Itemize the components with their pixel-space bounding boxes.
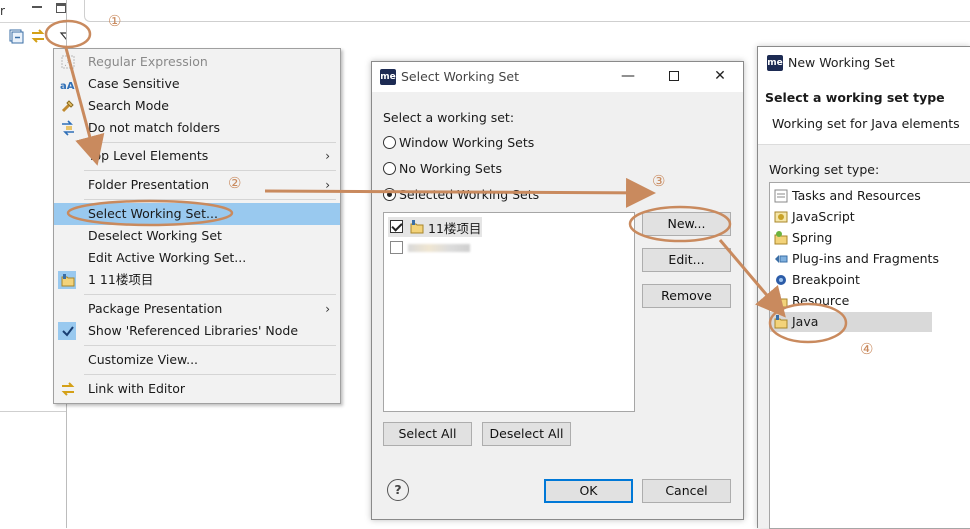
menu-item-recent-working-set[interactable]: 1 11楼项目 [54, 269, 340, 291]
minimize-window-icon[interactable]: — [620, 68, 636, 84]
wizard-heading: Select a working set type [765, 90, 945, 105]
working-set-checkbox[interactable] [390, 220, 403, 233]
collapse-all-icon[interactable] [8, 28, 24, 44]
list-item-tasks-and-resources[interactable]: Tasks and Resources [770, 186, 921, 206]
java-working-set-icon [774, 315, 788, 329]
menu-item-search-mode[interactable]: Search Mode [54, 95, 340, 117]
annotation-number-1: ① [108, 12, 122, 30]
submenu-arrow-icon: › [325, 178, 330, 192]
menu-separator [84, 374, 336, 375]
wizard-header: Select a working set type Working set fo… [758, 77, 970, 145]
radio-label-no-working-sets: No Working Sets [399, 161, 502, 176]
list-item-spring[interactable]: Spring [770, 228, 832, 248]
minimize-view-icon[interactable] [32, 5, 42, 8]
menu-item-do-not-match-folders[interactable]: Do not match folders [54, 117, 340, 139]
menu-item-case-sensitive[interactable]: aA Case Sensitive [54, 73, 340, 95]
list-item-java[interactable]: Java [770, 312, 932, 332]
new-button[interactable]: New... [642, 212, 731, 236]
app-logo-icon: me [380, 69, 396, 85]
app-logo-icon: me [767, 55, 783, 71]
blurred-list-item [388, 241, 470, 255]
maximize-view-icon[interactable] [56, 3, 66, 13]
dialog-titlebar: me Select Working Set — ✕ [372, 62, 743, 92]
select-prompt-label: Select a working set: [383, 110, 515, 125]
working-set-icon [410, 220, 424, 234]
working-set-icon [61, 274, 75, 287]
annotation-number-3: ③ [652, 172, 666, 190]
menu-item-show-referenced-libraries[interactable]: Show 'Referenced Libraries' Node [54, 320, 340, 342]
new-working-set-dialog: me New Working Set Select a working set … [757, 46, 970, 529]
remove-button[interactable]: Remove [642, 284, 731, 308]
radio-selected-working-sets[interactable] [383, 188, 396, 201]
help-icon[interactable]: ? [387, 479, 409, 501]
list-item-plug-ins-and-fragments[interactable]: Plug-ins and Fragments [770, 249, 939, 269]
svg-text:.*: .* [64, 59, 72, 69]
select-working-set-dialog: me Select Working Set — ✕ Select a worki… [371, 61, 744, 520]
type-label: Working set type: [769, 162, 880, 177]
menu-item-package-presentation[interactable]: Package Presentation › [54, 298, 340, 320]
close-window-icon[interactable]: ✕ [712, 68, 728, 84]
list-item-javascript[interactable]: JavaScript [770, 207, 855, 227]
wizard-description: Working set for Java elements [772, 116, 960, 131]
dialog-title: Select Working Set [401, 69, 520, 84]
link-with-editor-icon [61, 382, 75, 396]
menu-separator [84, 199, 336, 200]
radio-no-working-sets[interactable] [383, 162, 396, 175]
menu-item-select-working-set[interactable]: Select Working Set... [54, 203, 340, 225]
annotation-number-4: ④ [860, 340, 874, 358]
menu-item-link-with-editor[interactable]: Link with Editor [54, 378, 340, 400]
menu-item-regular-expression[interactable]: .* Regular Expression [54, 51, 340, 73]
working-set-label: 11楼项目 [428, 221, 482, 236]
working-set-list[interactable]: 11楼项目 [383, 212, 635, 412]
resource-folder-icon [774, 294, 788, 308]
submenu-arrow-icon: › [325, 302, 330, 316]
menu-item-deselect-working-set[interactable]: Deselect Working Set [54, 225, 340, 247]
breakpoint-icon [776, 275, 786, 285]
javascript-icon [774, 211, 788, 223]
checkmark-icon [62, 326, 74, 337]
submenu-arrow-icon: › [325, 149, 330, 163]
menu-separator [84, 142, 336, 143]
plugin-icon [775, 255, 788, 263]
radio-label-window-working-sets: Window Working Sets [399, 135, 535, 150]
view-tab-fragment: r [0, 4, 5, 18]
dialog-titlebar: me New Working Set [758, 47, 970, 77]
menu-separator [84, 345, 336, 346]
ok-button[interactable]: OK [544, 479, 633, 503]
list-item[interactable]: 11楼项目 [388, 217, 482, 237]
dialog-title: New Working Set [788, 55, 895, 70]
menu-item-customize-view[interactable]: Customize View... [54, 349, 340, 371]
radio-window-working-sets[interactable] [383, 136, 396, 149]
menu-item-folder-presentation[interactable]: Folder Presentation › [54, 174, 340, 196]
list-item-breakpoint[interactable]: Breakpoint [770, 270, 860, 290]
folder-filter-icon [62, 120, 74, 136]
search-mode-icon [61, 100, 74, 113]
select-all-button[interactable]: Select All [383, 422, 472, 446]
edit-button[interactable]: Edit... [642, 248, 731, 272]
menu-separator [84, 294, 336, 295]
menu-item-top-level-elements[interactable]: Top Level Elements › [54, 145, 340, 167]
menu-item-edit-active-working-set[interactable]: Edit Active Working Set... [54, 247, 340, 269]
svg-text:aA: aA [60, 81, 75, 92]
cancel-button[interactable]: Cancel [642, 479, 731, 503]
deselect-all-button[interactable]: Deselect All [482, 422, 571, 446]
tasks-icon [774, 189, 788, 203]
menu-separator [84, 170, 336, 171]
case-sensitive-icon: aA [60, 81, 75, 92]
regex-icon: .* [61, 55, 75, 69]
spring-icon [774, 231, 788, 245]
maximize-window-icon[interactable] [666, 68, 682, 84]
annotation-number-2: ② [228, 174, 242, 192]
list-item-resource[interactable]: Resource [770, 291, 849, 311]
editor-tab-strip [84, 0, 970, 22]
radio-label-selected-working-sets: Selected Working Sets [399, 187, 540, 202]
link-with-editor-icon[interactable] [30, 28, 46, 44]
view-context-menu: .* Regular Expression aA Case Sensitive … [53, 48, 341, 404]
